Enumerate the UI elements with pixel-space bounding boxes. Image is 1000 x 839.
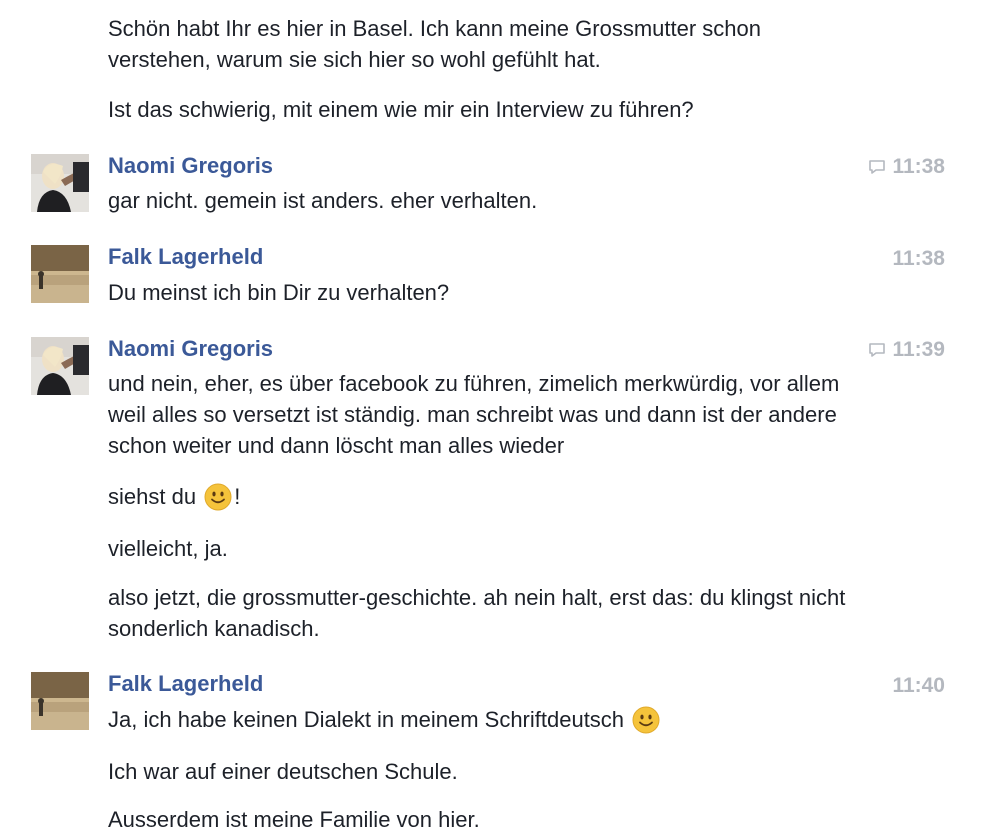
avatar-falk-lagerheld[interactable] <box>31 672 89 730</box>
timestamp-label: 11:40 <box>892 674 945 697</box>
message-text: und nein, eher, es über facebook zu führ… <box>108 371 840 458</box>
sender-name[interactable]: Naomi Gregoris <box>108 153 273 179</box>
avatar-naomi-gregoris[interactable] <box>31 154 89 212</box>
message-text: Ist das schwierig, mit einem wie mir ein… <box>108 97 694 122</box>
message-text: Du meinst ich bin Dir zu verhalten? <box>108 280 450 305</box>
sender-name[interactable]: Naomi Gregoris <box>108 336 273 362</box>
message-text: Ich war auf einer deutschen Schule. <box>108 759 458 784</box>
message-text: Schön habt Ihr es hier in Basel. Ich kan… <box>108 16 761 72</box>
message-text: gar nicht. gemein ist anders. eher verha… <box>108 188 538 213</box>
avatar-naomi-gregoris[interactable] <box>31 337 89 395</box>
comment-bubble-icon[interactable] <box>868 342 886 358</box>
smiley-emoji-icon <box>632 706 660 734</box>
message-text-part: siehst du <box>108 484 197 509</box>
timestamp-label: 11:38 <box>892 155 945 178</box>
message-text: also jetzt, die grossmutter-geschichte. … <box>108 585 846 641</box>
smiley-emoji-icon <box>204 483 232 511</box>
message-text-part: Ja, ich habe keinen Dialekt in meinem Sc… <box>108 707 625 732</box>
message-text-part: ! <box>234 484 241 509</box>
message-text: Ausserdem ist meine Familie von hier. <box>108 807 480 832</box>
message-timestamp: 11:38 <box>868 154 945 180</box>
message-timestamp: 11:40 <box>892 673 945 699</box>
message-text: siehst du ! <box>108 481 868 512</box>
comment-bubble-icon[interactable] <box>868 159 886 175</box>
timestamp-label: 11:38 <box>892 247 945 270</box>
message-text: Ja, ich habe keinen Dialekt in meinem Sc… <box>108 704 868 735</box>
message-timestamp: 11:38 <box>892 246 945 272</box>
avatar-falk-lagerheld[interactable] <box>31 245 89 303</box>
timestamp-label: 11:39 <box>892 338 945 361</box>
sender-name[interactable]: Falk Lagerheld <box>108 244 263 270</box>
message-timestamp: 11:39 <box>868 337 945 363</box>
message-text: vielleicht, ja. <box>108 536 228 561</box>
sender-name[interactable]: Falk Lagerheld <box>108 671 263 697</box>
